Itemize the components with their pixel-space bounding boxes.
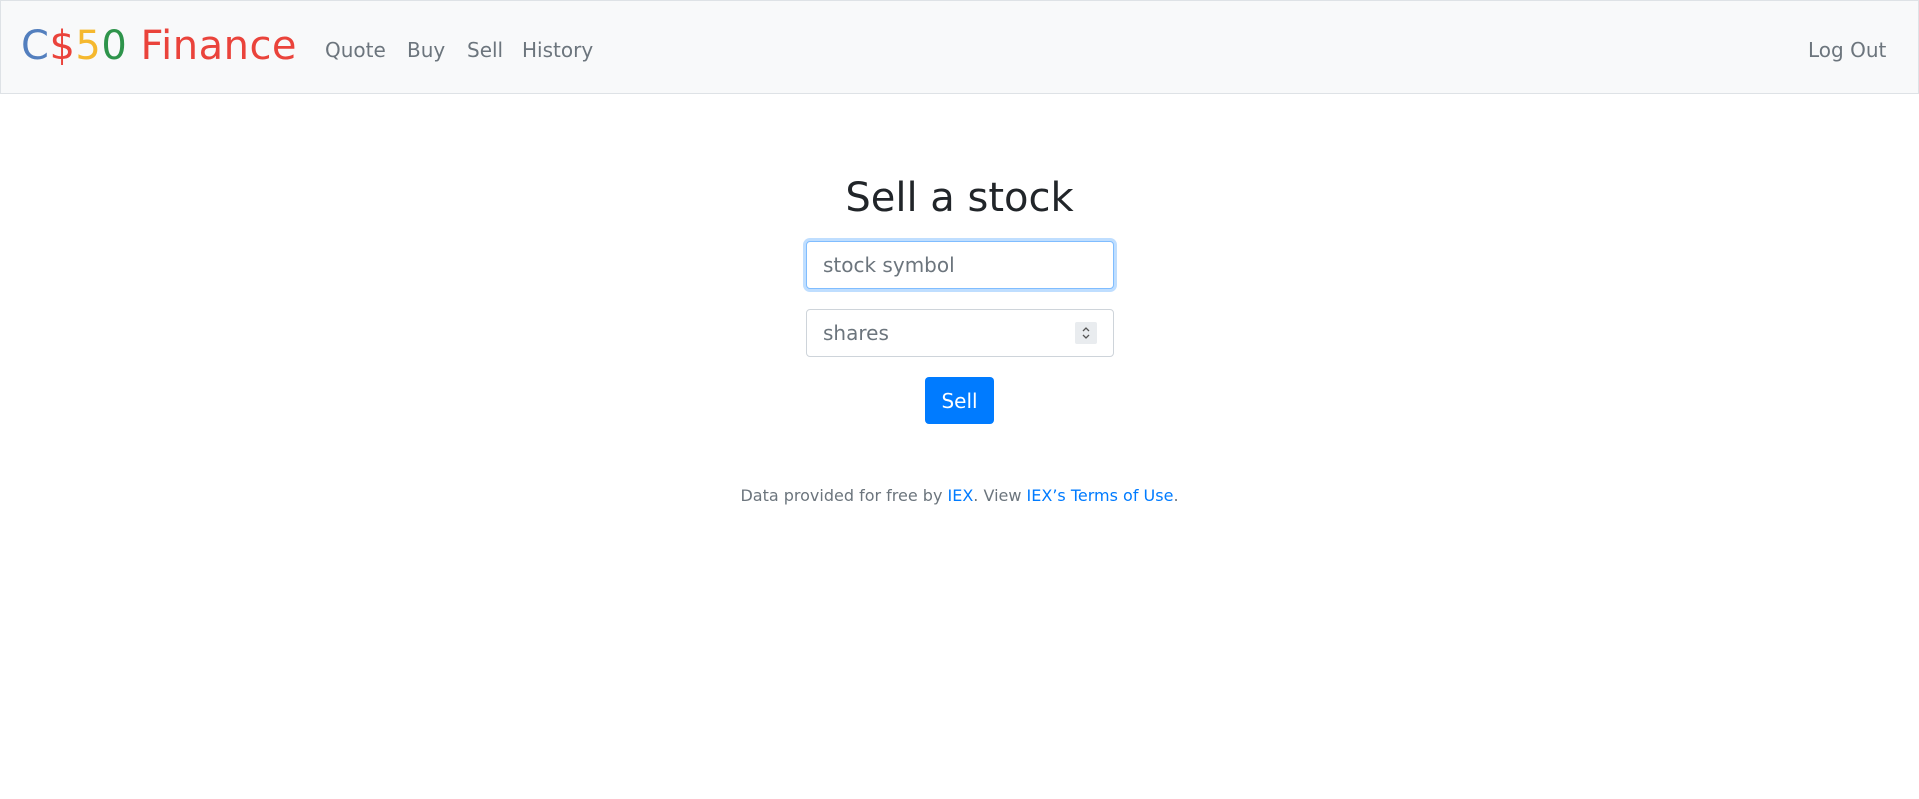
navbar: C$50 Finance Quote Buy Sell History Log … bbox=[0, 0, 1919, 94]
stock-symbol-input[interactable] bbox=[806, 241, 1114, 289]
shares-input[interactable] bbox=[806, 309, 1114, 357]
number-stepper-icon[interactable] bbox=[1075, 322, 1097, 344]
footer: Data provided for free by IEX. View IEX’… bbox=[0, 485, 1919, 507]
footer-suffix-text: . bbox=[1173, 486, 1179, 505]
footer-prefix-text: Data provided for free by bbox=[740, 486, 948, 505]
footer-middle-text: . View bbox=[973, 486, 1027, 505]
brand-letter-five: 5 bbox=[75, 23, 102, 69]
nav-link-buy[interactable]: Buy bbox=[407, 37, 445, 63]
nav-link-history[interactable]: History bbox=[522, 37, 593, 63]
nav-link-logout[interactable]: Log Out bbox=[1808, 37, 1886, 63]
iex-link[interactable]: IEX bbox=[948, 486, 974, 505]
iex-terms-link[interactable]: IEX’s Terms of Use bbox=[1027, 486, 1174, 505]
brand-word-finance: Finance bbox=[140, 23, 298, 69]
nav-link-quote[interactable]: Quote bbox=[325, 37, 386, 63]
brand-letter-c: C bbox=[21, 23, 50, 69]
brand-letter-dollar: $ bbox=[49, 23, 76, 69]
page-title: Sell a stock bbox=[845, 175, 1074, 221]
stepper-arrows-icon bbox=[1082, 327, 1090, 339]
nav-link-sell[interactable]: Sell bbox=[467, 37, 503, 63]
brand-logo-link[interactable]: C$50 Finance bbox=[21, 23, 297, 69]
sell-button[interactable]: Sell bbox=[925, 377, 994, 424]
brand-letter-zero: 0 bbox=[101, 23, 128, 69]
